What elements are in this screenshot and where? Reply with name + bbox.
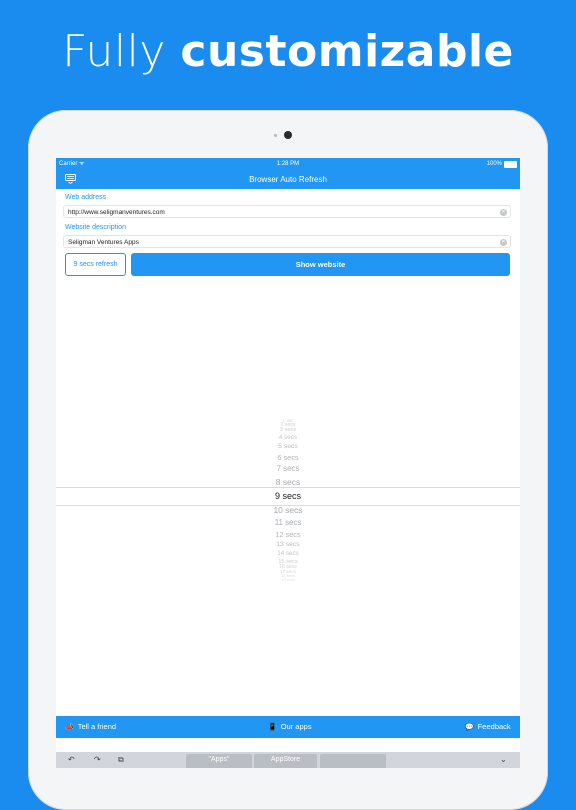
our-apps-button[interactable]: 📱 Our apps bbox=[268, 716, 312, 739]
picker-selection-line bbox=[56, 487, 520, 488]
show-website-button[interactable]: Show website bbox=[131, 253, 510, 276]
undo-icon[interactable]: ↶ bbox=[68, 755, 75, 764]
headline: Fully customizable bbox=[0, 26, 576, 78]
megaphone-icon: 📣 bbox=[65, 724, 74, 731]
feedback-label: Feedback bbox=[477, 722, 511, 731]
tell-friend-button[interactable]: 📣 Tell a friend bbox=[65, 716, 116, 739]
paste-icon[interactable]: ⧉ bbox=[118, 755, 124, 765]
description-value: Seligman Ventures Apps bbox=[68, 239, 139, 246]
web-address-field[interactable]: http://www.seligmanventures.com ✕ bbox=[63, 205, 511, 218]
picker-option[interactable]: 7 secs bbox=[56, 464, 520, 473]
battery-icon bbox=[504, 161, 517, 168]
picker-option[interactable]: 10 secs bbox=[56, 505, 520, 515]
status-time: 1:28 PM bbox=[276, 161, 300, 167]
picker-option[interactable]: 14 secs bbox=[56, 550, 520, 557]
picker-option[interactable]: 5 secs bbox=[56, 443, 520, 450]
refresh-interval-button[interactable]: 9 secs refresh bbox=[65, 253, 126, 276]
picker-option[interactable]: 3 secs bbox=[56, 427, 520, 433]
headline-bold: customizable bbox=[180, 26, 514, 77]
status-bar: Carrier ᯤ 1:28 PM 100% bbox=[56, 158, 520, 170]
phone-icon: 📱 bbox=[268, 724, 277, 731]
redo-icon[interactable]: ↷ bbox=[94, 755, 101, 764]
picker-option[interactable]: 8 secs bbox=[56, 477, 520, 487]
interval-picker[interactable]: 1 sec 2 secs 3 secs 4 secs 5 secs 6 secs 7 sec… bbox=[56, 388, 520, 618]
description-field[interactable]: Seligman Ventures Apps ✕ bbox=[63, 235, 511, 248]
picker-option[interactable]: 9 secs bbox=[56, 491, 520, 501]
picker-option[interactable]: 11 secs bbox=[56, 518, 520, 527]
bottom-bar: 📣 Tell a friend 📱 Our apps 💬 Feedback bbox=[56, 716, 520, 738]
picker-option[interactable]: 12 secs bbox=[56, 530, 520, 539]
nav-bar: Browser Auto Refresh bbox=[56, 170, 520, 189]
picker-option[interactable]: 19 secs bbox=[56, 577, 520, 582]
sensor-dot bbox=[274, 134, 277, 137]
speech-bubble-icon: 💬 bbox=[465, 724, 474, 731]
keyboard-shortcut-bar: ↶ ↷ ⧉ "Apps" AppStore ⌄ bbox=[56, 752, 520, 768]
dismiss-keyboard-icon[interactable]: ⌄ bbox=[500, 755, 507, 764]
description-label: Website description bbox=[65, 224, 126, 231]
feedback-button[interactable]: 💬 Feedback bbox=[465, 716, 511, 739]
suggestion-2[interactable]: AppStore bbox=[254, 754, 317, 768]
our-apps-label: Our apps bbox=[280, 722, 312, 731]
headline-light: Fully bbox=[62, 26, 166, 77]
picker-option[interactable]: 4 secs bbox=[56, 434, 520, 441]
app-screen: Carrier ᯤ 1:28 PM 100% Browser Auto Refr… bbox=[56, 158, 520, 768]
nav-title: Browser Auto Refresh bbox=[249, 175, 327, 184]
picker-option[interactable]: 6 secs bbox=[56, 453, 520, 462]
picker-option[interactable]: 13 secs bbox=[56, 541, 520, 548]
camera-icon bbox=[284, 131, 292, 139]
clear-icon[interactable]: ✕ bbox=[500, 239, 507, 246]
web-address-label: Web address bbox=[65, 194, 107, 201]
suggestion-1[interactable]: "Apps" bbox=[186, 754, 252, 768]
suggestion-3[interactable] bbox=[320, 754, 386, 768]
battery-percent: 100% bbox=[486, 161, 502, 167]
web-address-value: http://www.seligmanventures.com bbox=[68, 209, 165, 216]
tell-friend-label: Tell a friend bbox=[77, 722, 117, 731]
clear-icon[interactable]: ✕ bbox=[500, 209, 507, 216]
